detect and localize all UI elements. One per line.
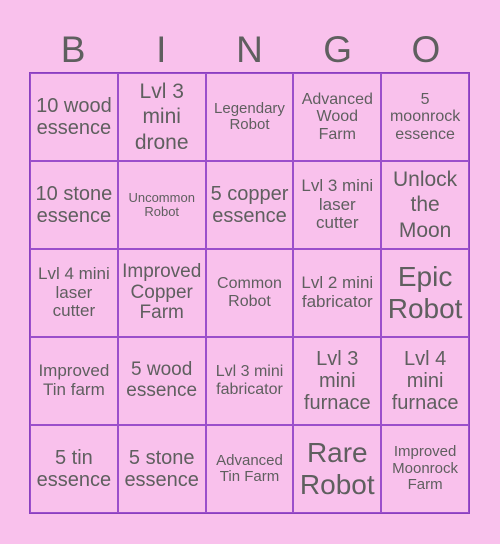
bingo-cell[interactable]: Lvl 3 mini laser cutter bbox=[293, 161, 382, 249]
bingo-cell[interactable]: Lvl 3 mini furnace bbox=[293, 337, 382, 425]
bingo-cell[interactable]: Advanced Tin Farm bbox=[205, 425, 294, 513]
bingo-cell[interactable]: Epic Robot bbox=[381, 249, 469, 337]
bingo-cell[interactable]: 10 stone essence bbox=[30, 161, 118, 249]
bingo-cell[interactable]: 5 tin essence bbox=[30, 425, 118, 513]
bingo-cell[interactable]: Uncommon Robot bbox=[117, 161, 206, 249]
bingo-cell[interactable]: Lvl 4 mini furnace bbox=[381, 337, 469, 425]
bingo-cell[interactable]: Lvl 3 mini fabricator bbox=[205, 337, 294, 425]
bingo-cell[interactable]: 5 wood essence bbox=[117, 337, 206, 425]
bingo-cell[interactable]: Lvl 2 mini fabricator bbox=[293, 249, 382, 337]
header-letter-g: G bbox=[323, 29, 353, 70]
bingo-cell[interactable]: 5 copper essence bbox=[205, 161, 294, 249]
bingo-cell[interactable]: 10 wood essence bbox=[30, 73, 118, 161]
bingo-cell[interactable]: Improved Copper Farm bbox=[117, 249, 206, 337]
bingo-header: B I N G O bbox=[29, 28, 470, 72]
bingo-cell[interactable]: Improved Moonrock Farm bbox=[381, 425, 469, 513]
bingo-cell[interactable]: Improved Tin farm bbox=[30, 337, 118, 425]
bingo-cell[interactable]: Rare Robot bbox=[293, 425, 382, 513]
header-letter-n: N bbox=[236, 29, 263, 70]
bingo-card: 10 wood essence Lvl 3 mini drone Legenda… bbox=[29, 72, 470, 514]
header-letter-b: B bbox=[60, 29, 86, 70]
bingo-cell[interactable]: 5 stone essence bbox=[117, 425, 206, 513]
bingo-cell[interactable]: Common Robot bbox=[205, 249, 294, 337]
bingo-cell[interactable]: Legendary Robot bbox=[205, 73, 294, 161]
bingo-cell[interactable]: 5 moonrock essence bbox=[381, 73, 469, 161]
bingo-cell[interactable]: Unlock the Moon bbox=[381, 161, 469, 249]
bingo-cell[interactable]: Lvl 4 mini laser cutter bbox=[30, 249, 118, 337]
header-letter-o: O bbox=[411, 29, 441, 70]
header-letter-i: I bbox=[156, 29, 167, 70]
bingo-cell[interactable]: Advanced Wood Farm bbox=[293, 73, 382, 161]
bingo-cell[interactable]: Lvl 3 mini drone bbox=[117, 73, 206, 161]
